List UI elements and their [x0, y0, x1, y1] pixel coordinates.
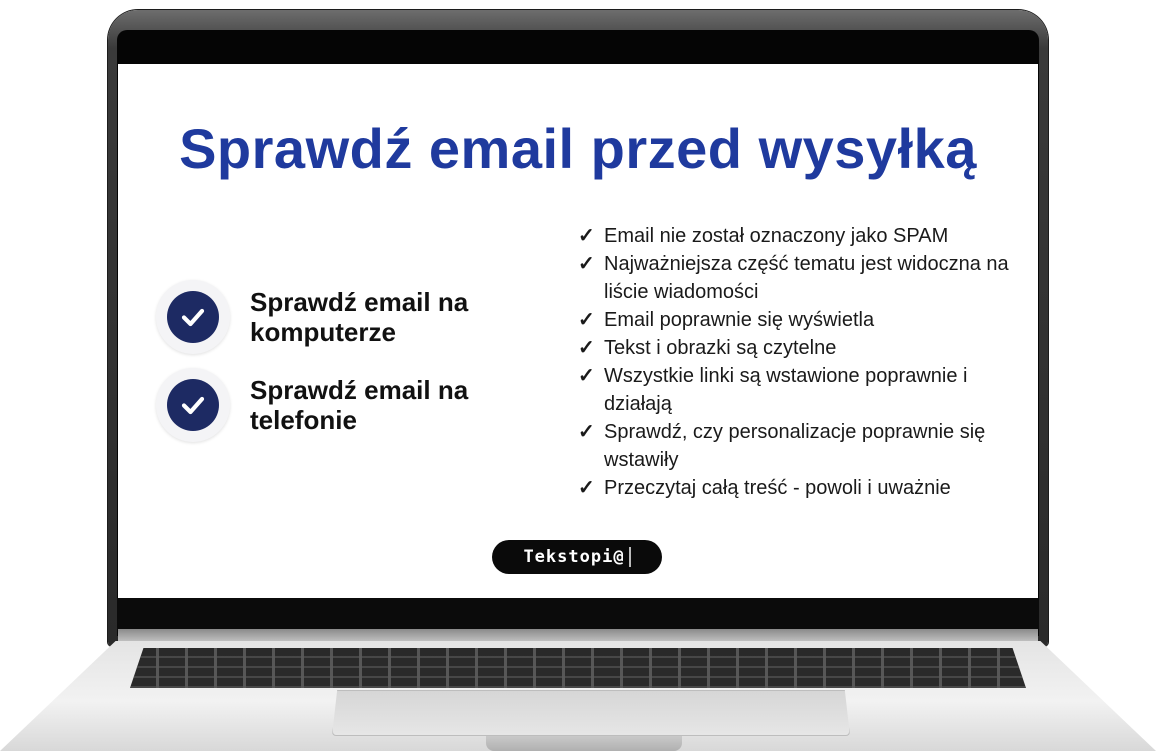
tick-icon: ✓ [578, 421, 595, 443]
check-item-label: Sprawdź email na komputerze [250, 287, 469, 347]
brand-name: Tekstopi@ [523, 547, 625, 567]
tick-icon: ✓ [578, 477, 595, 499]
check-badge [156, 368, 230, 442]
cursor-icon [628, 547, 631, 567]
checklist-item: ✓ Przeczytaj całą treść - powoli i uważni… [574, 474, 1014, 502]
check-item-phone: Sprawdź email na telefonie [156, 368, 510, 442]
trackpad [332, 690, 850, 736]
tick-icon: ✓ [578, 337, 595, 359]
checklist-item: ✓ Najważniejsza część tematu jest widoczn… [574, 250, 1014, 306]
slide-title: Sprawdź email przed wysyłką [179, 117, 977, 180]
tick-icon: ✓ [578, 253, 595, 275]
check-circle-icon [167, 291, 219, 343]
laptop-screen: Sprawdź email przed wysyłką Sprawdź emai… [118, 64, 1038, 598]
checklist-item: ✓ Email poprawnie się wyświetla [574, 306, 1014, 334]
keyboard-rows [130, 648, 1026, 688]
checklist: ✓ Email nie został oznaczony jako SPAM ✓ N… [574, 222, 1014, 502]
base-notch [486, 736, 682, 751]
tick-icon: ✓ [578, 225, 595, 247]
checklist-item: ✓ Sprawdź, czy personalizacje poprawnie s… [574, 418, 1014, 474]
screen-bottom-bezel [117, 598, 1039, 630]
tick-icon: ✓ [578, 309, 595, 331]
check-badge [156, 280, 230, 354]
brand-logo: Tekstopi@ [492, 540, 662, 574]
check-item-label: Sprawdź email na telefonie [250, 375, 469, 435]
checklist-item: ✓ Wszystkie linki są wstawione poprawnie … [574, 362, 1014, 418]
tick-icon: ✓ [578, 365, 595, 387]
checklist-item: ✓ Email nie został oznaczony jako SPAM [574, 222, 1014, 250]
check-item-computer: Sprawdź email na komputerze [156, 280, 510, 354]
checklist-item: ✓ Tekst i obrazki są czytelne [574, 334, 1014, 362]
check-circle-icon [167, 379, 219, 431]
